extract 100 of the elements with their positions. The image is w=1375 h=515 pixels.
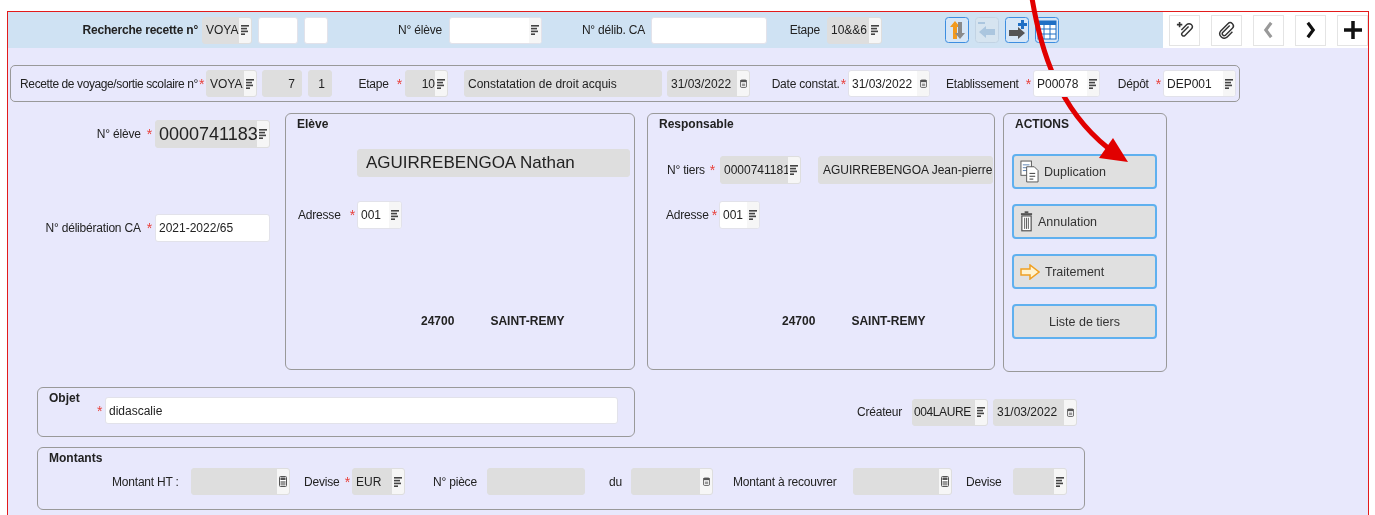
input-field[interactable]: P00078 (1033, 70, 1100, 97)
required-mark: * (1155, 75, 1161, 92)
input-field[interactable]: 10 (405, 70, 448, 97)
field-label: Recherche recette n° (82, 23, 198, 37)
field-label: Montant HT : (112, 474, 179, 489)
list-icon[interactable] (871, 25, 879, 35)
field-label: Adresse (298, 208, 341, 222)
field-label: N° pièce (433, 474, 477, 489)
input-field[interactable]: 10&&6 (827, 16, 882, 44)
list-icon[interactable] (977, 407, 985, 417)
input-field[interactable] (1013, 468, 1067, 495)
documents-icon (1020, 160, 1039, 183)
toolbar-button[interactable] (1211, 14, 1242, 46)
calendar-icon[interactable] (739, 79, 747, 88)
input-field[interactable] (631, 468, 713, 495)
input-field[interactable]: 31/03/2022 (667, 70, 750, 97)
input-field[interactable]: AGUIRREBENGOA Jean-pierre (818, 156, 993, 184)
input-field[interactable]: 2021-2022/65 (155, 214, 270, 242)
field-label: Créateur (857, 405, 903, 419)
list-icon[interactable] (790, 165, 798, 175)
input-field[interactable] (853, 468, 952, 495)
list-icon[interactable] (1089, 78, 1097, 89)
input-field[interactable]: 001 (357, 201, 402, 229)
paperclip-icon (1217, 21, 1236, 39)
input-field[interactable]: VOYA (206, 70, 257, 97)
field-label: N° délibération CA (45, 221, 141, 235)
panel-title: Objet (48, 390, 81, 405)
input-field[interactable]: EUR (352, 468, 405, 495)
input-field[interactable] (191, 468, 290, 495)
field-label: Devise (966, 474, 1002, 489)
input-field[interactable]: 004LAURE (912, 398, 988, 426)
field-label: Montant à recouvrer (733, 474, 837, 489)
list-icon[interactable] (437, 78, 445, 89)
toolbar-button[interactable] (1295, 14, 1326, 46)
input-field[interactable] (487, 468, 585, 495)
field-label: Date constat. (771, 76, 840, 91)
required-mark: * (146, 220, 152, 236)
list-icon[interactable] (1056, 476, 1064, 487)
action-button[interactable]: Traitement (1012, 254, 1157, 289)
field-label: Devise (304, 474, 340, 489)
required-mark: * (344, 473, 350, 490)
input-field[interactable] (258, 16, 298, 44)
field-label: N° délib. CA (581, 23, 645, 37)
calendar-icon[interactable] (1066, 407, 1074, 417)
required-mark: * (349, 207, 355, 223)
required-mark: * (1025, 75, 1031, 92)
calendar-icon[interactable] (919, 79, 927, 88)
calculator-icon[interactable] (941, 476, 949, 487)
city-name: SAINT-REMY (490, 314, 565, 328)
required-mark: * (840, 75, 846, 92)
list-icon[interactable] (1225, 78, 1233, 89)
panel-title: Responsable (658, 116, 734, 131)
field-label: N° élève (398, 23, 442, 37)
input-field[interactable]: 1 (308, 70, 332, 97)
input-field[interactable] (651, 16, 767, 44)
city-name: SAINT-REMY (851, 314, 926, 328)
list-icon[interactable] (391, 210, 399, 220)
list-icon[interactable] (241, 25, 249, 35)
panel-title: Montants (48, 450, 103, 465)
required-mark: * (198, 75, 204, 92)
toolbar-button[interactable] (1169, 14, 1200, 46)
calendar-icon[interactable] (702, 477, 710, 486)
input-field[interactable] (304, 16, 328, 44)
list-icon[interactable] (531, 25, 539, 35)
plus-icon (1342, 20, 1363, 40)
list-icon[interactable] (394, 476, 402, 487)
field-label: Dépôt (1117, 76, 1149, 91)
field-label: Etablissement (945, 76, 1019, 91)
required-mark: * (97, 402, 103, 419)
field-label: Recette de voyage/sortie scolaire n° (20, 76, 198, 91)
input-field[interactable]: Constatation de droit acquis (464, 70, 662, 97)
input-field[interactable]: didascalie (105, 397, 618, 424)
action-button[interactable]: Annulation (1012, 204, 1157, 239)
calculator-icon[interactable] (279, 476, 287, 487)
input-field[interactable]: VOYA (202, 16, 252, 44)
input-field[interactable]: 31/03/2022 (848, 70, 930, 97)
input-field[interactable]: 001 (719, 201, 760, 229)
input-field[interactable]: DEP001 (1163, 70, 1236, 97)
list-icon[interactable] (259, 129, 267, 139)
toolbar-button[interactable] (1337, 14, 1368, 46)
postcode: 24700 (782, 314, 816, 328)
chevron-right-icon (1305, 21, 1316, 39)
paperclip-plus-icon (1175, 21, 1194, 39)
input-field[interactable] (449, 16, 542, 44)
swap-arrows-icon[interactable] (945, 17, 969, 43)
list-icon[interactable] (246, 78, 254, 89)
field-label: N° tiers (667, 163, 705, 177)
chevron-left-icon (1263, 21, 1274, 39)
input-field[interactable]: 31/03/2022 (993, 398, 1077, 426)
field-label: du (609, 474, 622, 489)
list-icon[interactable] (749, 210, 757, 220)
input-field[interactable]: 7 (262, 70, 302, 97)
action-button[interactable]: Liste de tiers (1012, 304, 1157, 339)
field-label: Etape (358, 76, 389, 91)
action-button[interactable]: Duplication (1012, 154, 1157, 189)
right-arrow-plus-icon[interactable] (1005, 17, 1029, 43)
input-field[interactable]: AGUIRREBENGOA Nathan (357, 149, 630, 177)
panel-title: Elève (296, 116, 329, 131)
input-field[interactable]: 0000741183 (155, 120, 270, 148)
field-label: Adresse (666, 208, 709, 222)
